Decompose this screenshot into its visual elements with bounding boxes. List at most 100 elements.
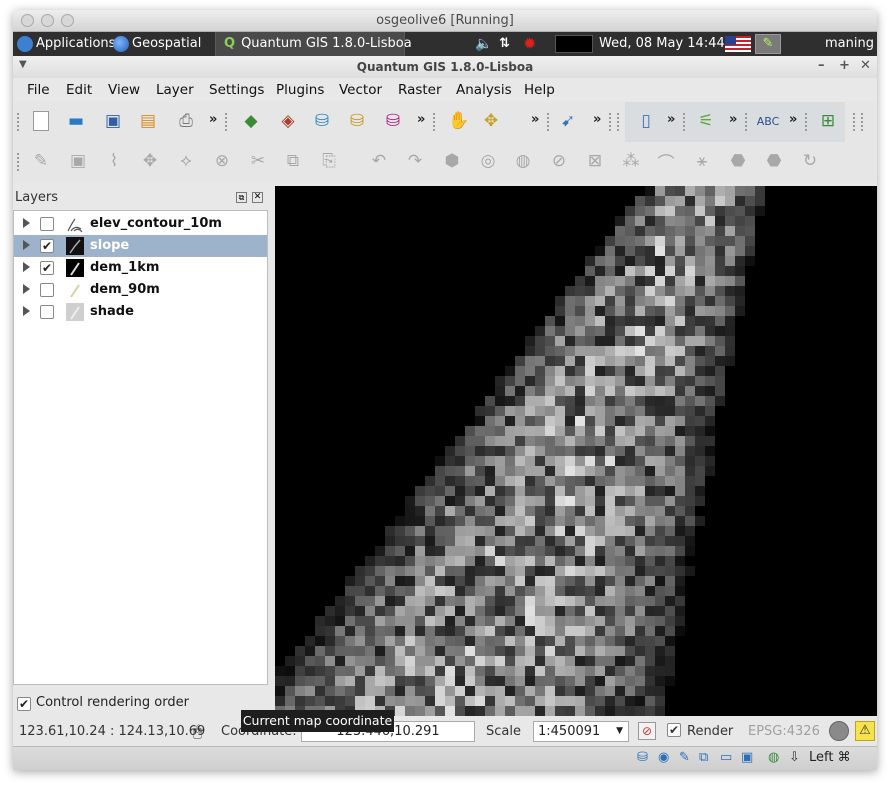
window-menu-icon[interactable]: ▼ bbox=[19, 59, 27, 70]
layer-visibility-checkbox[interactable] bbox=[40, 305, 54, 319]
keyboard-capture-icon[interactable]: ⇩ bbox=[789, 750, 800, 765]
add-vector-layer-icon[interactable]: ◆ bbox=[238, 108, 264, 134]
print-composer-icon[interactable]: ⎙ bbox=[173, 108, 199, 134]
new-project-icon[interactable] bbox=[28, 108, 54, 134]
optical-drive-icon[interactable]: ◉ bbox=[658, 750, 669, 765]
add-feature-icon[interactable]: ⌇ bbox=[101, 148, 127, 174]
menu-view[interactable]: View bbox=[108, 82, 140, 98]
minimize-window-button[interactable] bbox=[41, 14, 54, 27]
shared-folders-icon[interactable]: ▭ bbox=[720, 750, 732, 765]
toggle-extents-icon[interactable]: 🖱 bbox=[193, 722, 202, 740]
undo-icon[interactable]: ↶ bbox=[366, 148, 392, 174]
layer-visibility-checkbox[interactable] bbox=[40, 217, 54, 231]
toolbar-grip[interactable] bbox=[745, 113, 748, 131]
rotate-point-symbols-icon[interactable]: ↻ bbox=[797, 148, 823, 174]
us-flag-icon[interactable] bbox=[725, 36, 751, 52]
zoom-window-button[interactable] bbox=[61, 14, 74, 27]
menu-analysis[interactable]: Analysis bbox=[456, 82, 512, 98]
toggle-editing-icon[interactable]: ✎ bbox=[28, 148, 54, 174]
merge-features-icon[interactable]: ⬣ bbox=[725, 148, 751, 174]
menu-settings[interactable]: Settings bbox=[209, 82, 264, 98]
copy-features-icon[interactable]: ⧉ bbox=[280, 148, 306, 174]
close-icon[interactable]: ✕ bbox=[860, 58, 871, 73]
toolbar-grip[interactable] bbox=[547, 113, 550, 131]
menu-vector[interactable]: Vector bbox=[339, 82, 382, 98]
add-wfs-layer-icon[interactable]: ⊞ bbox=[815, 108, 841, 134]
toolbar-grip[interactable] bbox=[805, 113, 808, 131]
geospatial-menu[interactable]: Geospatial bbox=[113, 32, 201, 56]
expand-arrow-icon[interactable] bbox=[23, 284, 30, 294]
toolbar-grip[interactable] bbox=[853, 113, 856, 131]
toolbar-grip[interactable] bbox=[433, 113, 436, 131]
add-mssql-layer-icon[interactable]: ⛁ bbox=[380, 108, 406, 134]
move-feature-icon[interactable]: ✥ bbox=[137, 148, 163, 174]
split-features-icon[interactable]: ⚹ bbox=[689, 148, 715, 174]
map-canvas[interactable] bbox=[275, 186, 877, 716]
update-alert-icon[interactable]: ✹ bbox=[523, 32, 536, 56]
node-tool-icon[interactable]: ⟡ bbox=[173, 148, 199, 174]
float-panel-icon[interactable]: ⧉ bbox=[236, 192, 247, 203]
help-book-icon[interactable]: ▯ bbox=[633, 108, 659, 134]
network-icon[interactable]: ⇅ bbox=[499, 32, 510, 56]
warning-icon[interactable]: ⚠ bbox=[855, 721, 875, 741]
paste-features-icon[interactable]: ⎘ bbox=[316, 148, 342, 174]
delete-selected-icon[interactable]: ⊗ bbox=[209, 148, 235, 174]
expand-arrow-icon[interactable] bbox=[23, 218, 30, 228]
merge-attributes-icon[interactable]: ⬣ bbox=[761, 148, 787, 174]
layer-item[interactable]: ✔ slope bbox=[14, 235, 267, 257]
save-project-icon[interactable]: ▣ bbox=[100, 108, 126, 134]
mouse-integration-icon[interactable]: ◍ bbox=[768, 750, 779, 765]
toolbar-grip[interactable] bbox=[861, 113, 864, 131]
network-adapter-icon[interactable]: ⧉ bbox=[699, 750, 708, 765]
crs-label[interactable]: EPSG:4326 bbox=[748, 724, 820, 739]
rendering-order-checkbox[interactable]: ✔ bbox=[17, 697, 31, 711]
add-spatialite-layer-icon[interactable]: ⛁ bbox=[344, 108, 370, 134]
pan-hand-icon[interactable]: ✋ bbox=[446, 108, 472, 134]
toolbar-grip[interactable] bbox=[17, 113, 20, 131]
stop-render-icon[interactable]: ⊘ bbox=[638, 722, 656, 740]
save-edits-icon[interactable]: ▣ bbox=[65, 148, 91, 174]
render-checkbox[interactable]: ✔ bbox=[667, 723, 681, 737]
menu-layer[interactable]: Layer bbox=[156, 82, 194, 98]
expand-arrow-icon[interactable] bbox=[23, 240, 30, 250]
menu-help[interactable]: Help bbox=[524, 82, 555, 98]
clock[interactable]: Wed, 08 May 14:44 bbox=[599, 32, 725, 56]
close-window-button[interactable] bbox=[21, 14, 34, 27]
expand-arrow-icon[interactable] bbox=[23, 262, 30, 272]
toolbar-more-button[interactable]: » bbox=[531, 112, 539, 127]
label-tool-icon[interactable]: ABC bbox=[755, 108, 781, 134]
add-raster-layer-icon[interactable]: ◈ bbox=[275, 108, 301, 134]
toolbar-grip[interactable] bbox=[617, 113, 620, 131]
open-project-icon[interactable]: ▬ bbox=[63, 108, 89, 134]
hard-disk-icon[interactable]: ⛁ bbox=[637, 750, 648, 765]
toolbar-more-button[interactable]: » bbox=[593, 112, 601, 127]
menu-plugins[interactable]: Plugins bbox=[276, 82, 324, 98]
projection-icon[interactable] bbox=[829, 721, 849, 741]
reshape-features-icon[interactable]: ⁂ bbox=[618, 148, 644, 174]
layer-item[interactable]: elev_contour_10m bbox=[14, 213, 267, 235]
menu-raster[interactable]: Raster bbox=[398, 82, 442, 98]
taskbar-qgis-button[interactable]: Q Quantum GIS 1.8.0-Lisboa bbox=[215, 32, 412, 56]
layer-item[interactable]: shade bbox=[14, 301, 267, 323]
control-rendering-order[interactable]: ✔ Control rendering order bbox=[17, 695, 189, 711]
add-ring-icon[interactable]: ◎ bbox=[475, 148, 501, 174]
toolbar-more-button[interactable]: » bbox=[789, 112, 797, 127]
toolbar-grip[interactable] bbox=[609, 113, 612, 131]
add-postgis-layer-icon[interactable]: ⛁ bbox=[309, 108, 335, 134]
scale-select[interactable]: 1:450091 ▼ bbox=[533, 721, 629, 742]
volume-icon[interactable]: 🔈 bbox=[475, 32, 492, 56]
add-part-icon[interactable]: ◍ bbox=[510, 148, 536, 174]
offset-curve-icon[interactable]: ⌒ bbox=[653, 148, 679, 174]
layer-visibility-checkbox[interactable] bbox=[40, 283, 54, 297]
layer-visibility-checkbox[interactable]: ✔ bbox=[40, 261, 54, 275]
toolbar-grip[interactable] bbox=[17, 153, 20, 171]
toolbar-more-button[interactable]: » bbox=[667, 112, 675, 127]
menu-edit[interactable]: Edit bbox=[66, 82, 92, 98]
layer-item[interactable]: dem_90m bbox=[14, 279, 267, 301]
delete-part-icon[interactable]: ⊠ bbox=[582, 148, 608, 174]
toolbar-more-button[interactable]: » bbox=[417, 112, 425, 127]
redo-icon[interactable]: ↷ bbox=[402, 148, 428, 174]
toolbar-grip[interactable] bbox=[225, 113, 228, 131]
user-name[interactable]: maning bbox=[825, 32, 874, 56]
delete-ring-icon[interactable]: ⊘ bbox=[546, 148, 572, 174]
